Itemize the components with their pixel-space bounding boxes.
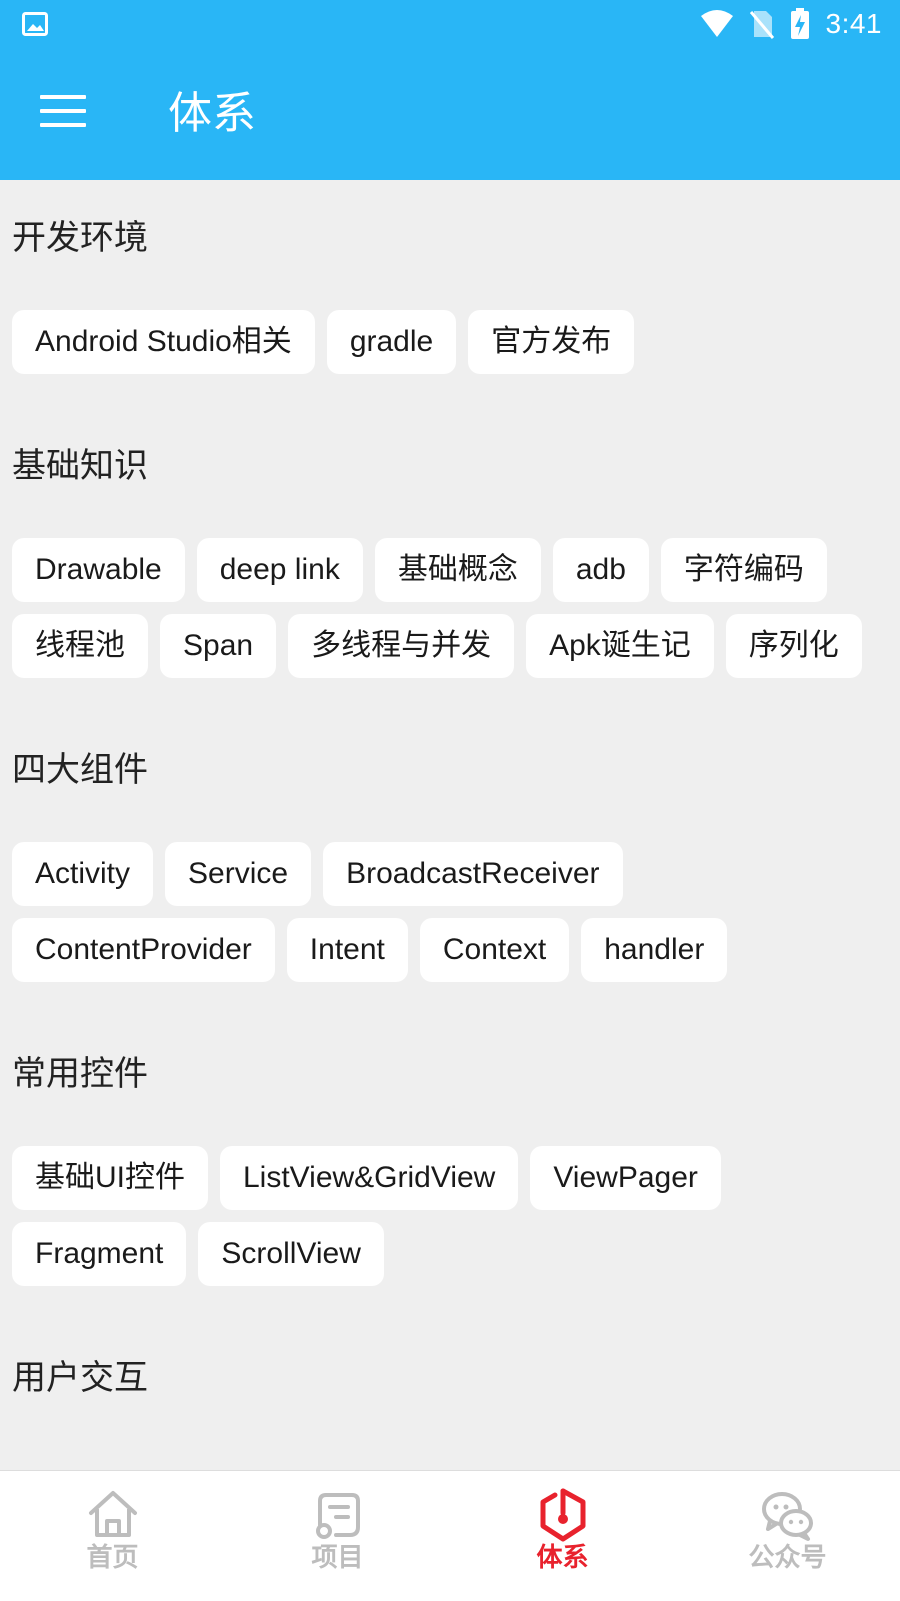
nav-item-system[interactable]: 体系 [450, 1471, 675, 1601]
chip-group: Activity Service BroadcastReceiver Conte… [12, 842, 888, 994]
chip[interactable]: handler [581, 918, 728, 982]
gallery-notification-icon [22, 12, 48, 36]
nav-label: 项目 [311, 1543, 364, 1573]
chip[interactable]: Intent [286, 918, 408, 982]
nav-label: 首页 [86, 1543, 139, 1573]
menu-icon[interactable] [40, 95, 86, 131]
chip[interactable]: 多线程与并发 [288, 614, 515, 678]
page-title: 体系 [168, 88, 256, 139]
section-basics: 基础知识 Drawable deep link 基础概念 adb 字符编码 线程… [0, 438, 900, 690]
section-interaction: 用户交互 [0, 1350, 900, 1406]
wechat-icon [761, 1492, 813, 1541]
battery-charging-icon [790, 8, 809, 39]
chip-group: 基础UI控件 ListView&GridView ViewPager Fragm… [12, 1146, 888, 1298]
chip[interactable]: Service [165, 842, 312, 906]
nav-label: 公众号 [748, 1543, 827, 1573]
status-bar: 3:41 [0, 0, 900, 48]
nav-label: 体系 [536, 1543, 589, 1573]
chip[interactable]: Fragment [12, 1222, 187, 1286]
chip[interactable]: Context [419, 918, 570, 982]
chip[interactable]: ScrollView [198, 1222, 384, 1286]
section-components: 四大组件 Activity Service BroadcastReceiver … [0, 742, 900, 994]
system-icon [540, 1488, 585, 1542]
section-title: 基础知识 [12, 446, 148, 486]
project-icon [315, 1493, 360, 1539]
section-title: 开发环境 [12, 218, 148, 258]
chip[interactable]: Activity [12, 842, 154, 906]
chip[interactable]: 官方发布 [468, 310, 635, 374]
chip[interactable]: ViewPager [530, 1146, 721, 1210]
chip[interactable]: ListView&GridView [220, 1146, 519, 1210]
chip[interactable]: BroadcastReceiver [323, 842, 623, 906]
chip[interactable]: deep link [196, 538, 363, 602]
chip[interactable]: 序列化 [725, 614, 862, 678]
nav-item-wechat[interactable]: 公众号 [675, 1471, 900, 1601]
chip[interactable]: ContentProvider [12, 918, 275, 982]
chip[interactable]: 字符编码 [660, 538, 827, 602]
home-icon [88, 1491, 137, 1537]
chip[interactable]: Android Studio相关 [12, 310, 315, 374]
chip[interactable]: gradle [326, 310, 457, 374]
chip[interactable]: Apk诞生记 [526, 614, 714, 678]
app-bar: 体系 [0, 48, 900, 180]
wifi-icon [700, 10, 733, 37]
knowledge-list[interactable]: 开发环境 Android Studio相关 gradle 官方发布 基础知识 D… [0, 180, 900, 1470]
chip[interactable]: adb [552, 538, 649, 602]
chip[interactable]: 线程池 [12, 614, 148, 678]
section-title: 用户交互 [12, 1358, 148, 1398]
no-sim-icon [749, 11, 774, 39]
bottom-navigation: 首页 项目 体系 公众号 [0, 1470, 900, 1601]
chip[interactable]: 基础UI控件 [12, 1146, 208, 1210]
section-title: 常用控件 [12, 1054, 148, 1094]
chip-group: Drawable deep link 基础概念 adb 字符编码 线程池 Spa… [12, 538, 888, 690]
nav-item-project[interactable]: 项目 [225, 1471, 450, 1601]
nav-item-home[interactable]: 首页 [0, 1471, 225, 1601]
chip-group: Android Studio相关 gradle 官方发布 [12, 310, 888, 386]
section-title: 四大组件 [12, 750, 148, 790]
chip[interactable]: Drawable [12, 538, 185, 602]
chip[interactable]: 基础概念 [374, 538, 541, 602]
status-time: 3:41 [825, 8, 882, 39]
chip[interactable]: Span [160, 614, 277, 678]
section-dev-env: 开发环境 Android Studio相关 gradle 官方发布 [0, 210, 900, 386]
section-widgets: 常用控件 基础UI控件 ListView&GridView ViewPager … [0, 1046, 900, 1298]
